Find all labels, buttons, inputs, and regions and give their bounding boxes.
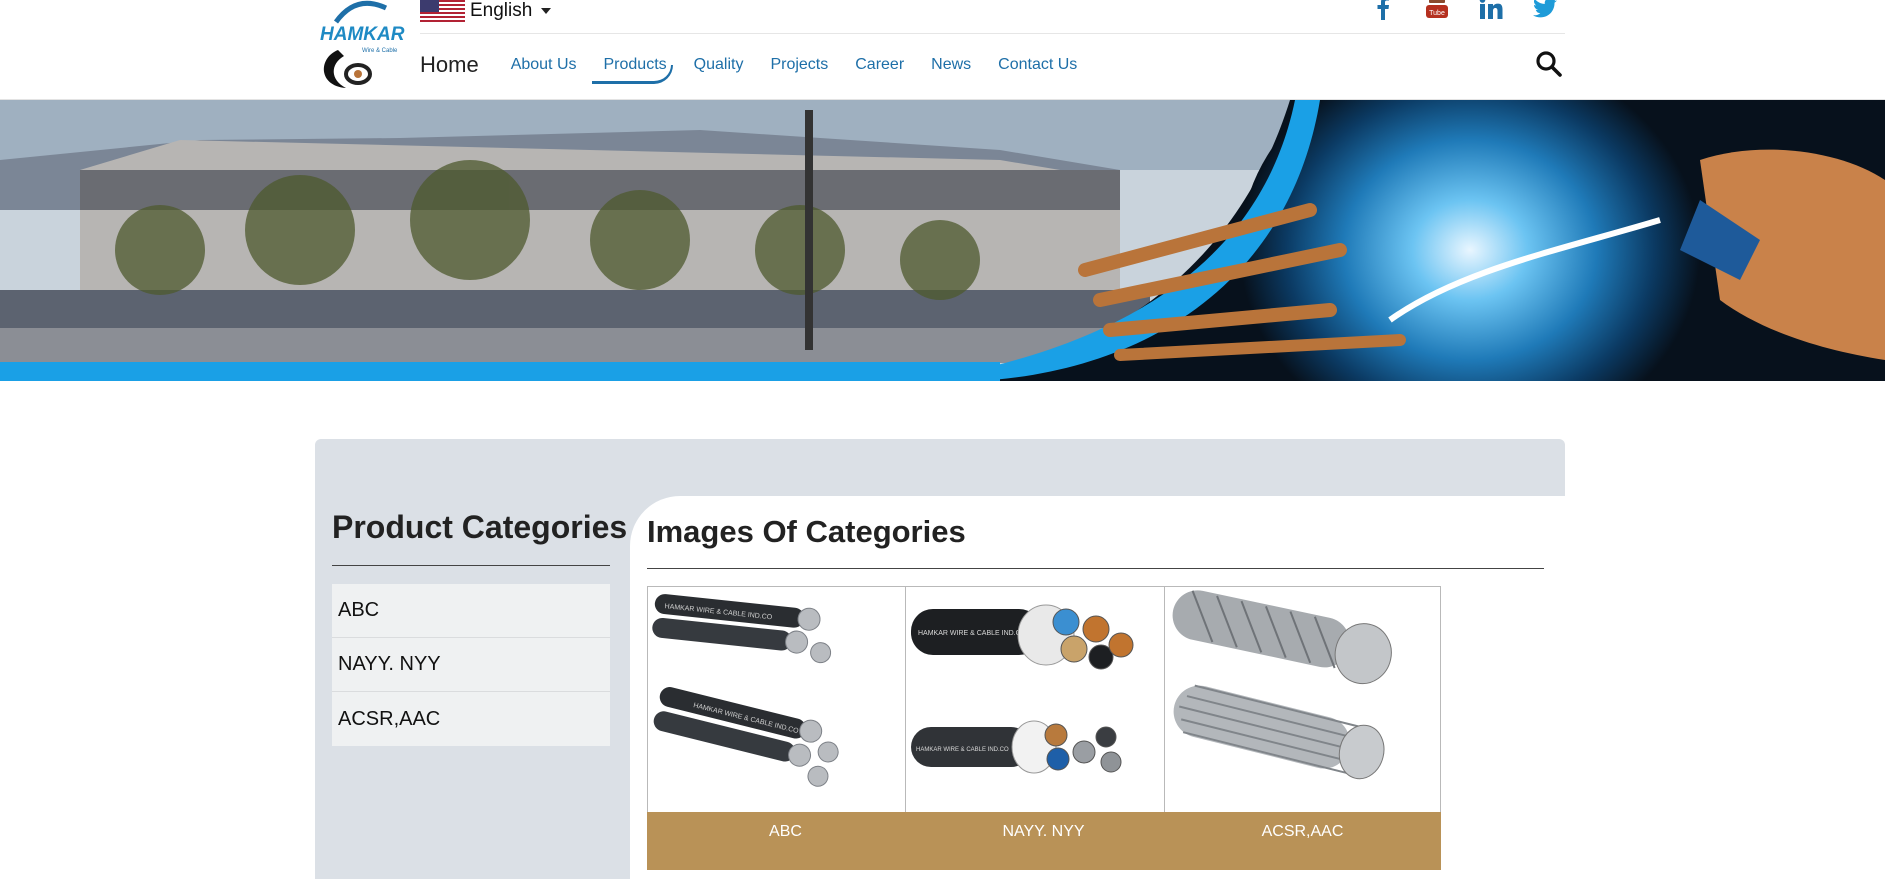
category-card-acsr-aac[interactable]: ACSR,AAC (1164, 586, 1441, 870)
sidebar-divider (332, 565, 610, 566)
facebook-icon[interactable] (1370, 0, 1396, 20)
social-links: Tube (1370, 0, 1558, 20)
chevron-down-icon (541, 8, 552, 14)
nayy-nyy-cable-image: HAMKAR WIRE & CABLE IND.CO HAMKAR WIRE &… (906, 587, 1181, 812)
nav-about-us[interactable]: About Us (511, 56, 577, 74)
category-images-section: Images Of Categories HAMKAR WIRE & CABLE… (630, 496, 1565, 896)
language-label: English (470, 0, 533, 21)
svg-text:Tube: Tube (1429, 10, 1445, 17)
sidebar-title: Product Categories (332, 509, 628, 545)
header-divider (420, 33, 1565, 34)
nav-career[interactable]: Career (855, 56, 904, 74)
youtube-icon[interactable]: Tube (1424, 0, 1450, 20)
abc-cable-image: HAMKAR WIRE & CABLE IND.CO HAMKAR WIRE &… (648, 587, 923, 812)
nav-quality[interactable]: Quality (694, 56, 744, 74)
nav-products[interactable]: Products (591, 56, 673, 84)
nav-projects[interactable]: Projects (770, 56, 828, 74)
category-item-acsr-aac[interactable]: ACSR,AAC (332, 692, 610, 746)
language-selector[interactable]: English (420, 0, 552, 22)
search-icon[interactable] (1535, 50, 1563, 78)
twitter-icon[interactable] (1532, 0, 1558, 20)
svg-text:HAMKAR: HAMKAR (320, 24, 405, 45)
hamkar-logo[interactable]: HAMKAR Wire & Cable (316, 0, 412, 92)
section-title: Images Of Categories (647, 514, 966, 549)
card-label-acsr-aac: ACSR,AAC (1164, 812, 1441, 870)
nav-news[interactable]: News (931, 56, 971, 74)
category-card-nayy-nyy[interactable]: HAMKAR WIRE & CABLE IND.CO HAMKAR WIRE &… (905, 586, 1182, 870)
section-divider (647, 568, 1544, 569)
category-list: ABC NAYY. NYY ACSR,AAC (332, 584, 610, 746)
acsr-aac-cable-image (1165, 587, 1440, 812)
main-nav: Home About Us Products Quality Projects … (420, 50, 1104, 84)
products-panel: Product Categories ABC NAYY. NYY ACSR,AA… (315, 439, 1565, 896)
hero-banner (0, 100, 1885, 381)
us-flag-icon (420, 0, 465, 22)
svg-text:Wire & Cable: Wire & Cable (362, 48, 398, 54)
site-header: HAMKAR Wire & Cable English Tube Home Ab… (0, 0, 1885, 100)
card-label-nayy-nyy: NAYY. NYY (905, 812, 1182, 870)
linkedin-icon[interactable] (1478, 0, 1504, 20)
card-label-abc: ABC (647, 812, 924, 870)
nav-contact-us[interactable]: Contact Us (998, 56, 1077, 74)
category-item-nayy-nyy[interactable]: NAYY. NYY (332, 638, 610, 692)
category-card-abc[interactable]: HAMKAR WIRE & CABLE IND.CO HAMKAR WIRE &… (647, 586, 924, 870)
svg-text:HAMKAR WIRE & CABLE IND.CO: HAMKAR WIRE & CABLE IND.CO (916, 747, 1009, 753)
svg-text:HAMKAR WIRE & CABLE IND.CO: HAMKAR WIRE & CABLE IND.CO (918, 630, 1027, 637)
nav-home[interactable]: Home (420, 52, 479, 78)
category-item-abc[interactable]: ABC (332, 584, 610, 638)
